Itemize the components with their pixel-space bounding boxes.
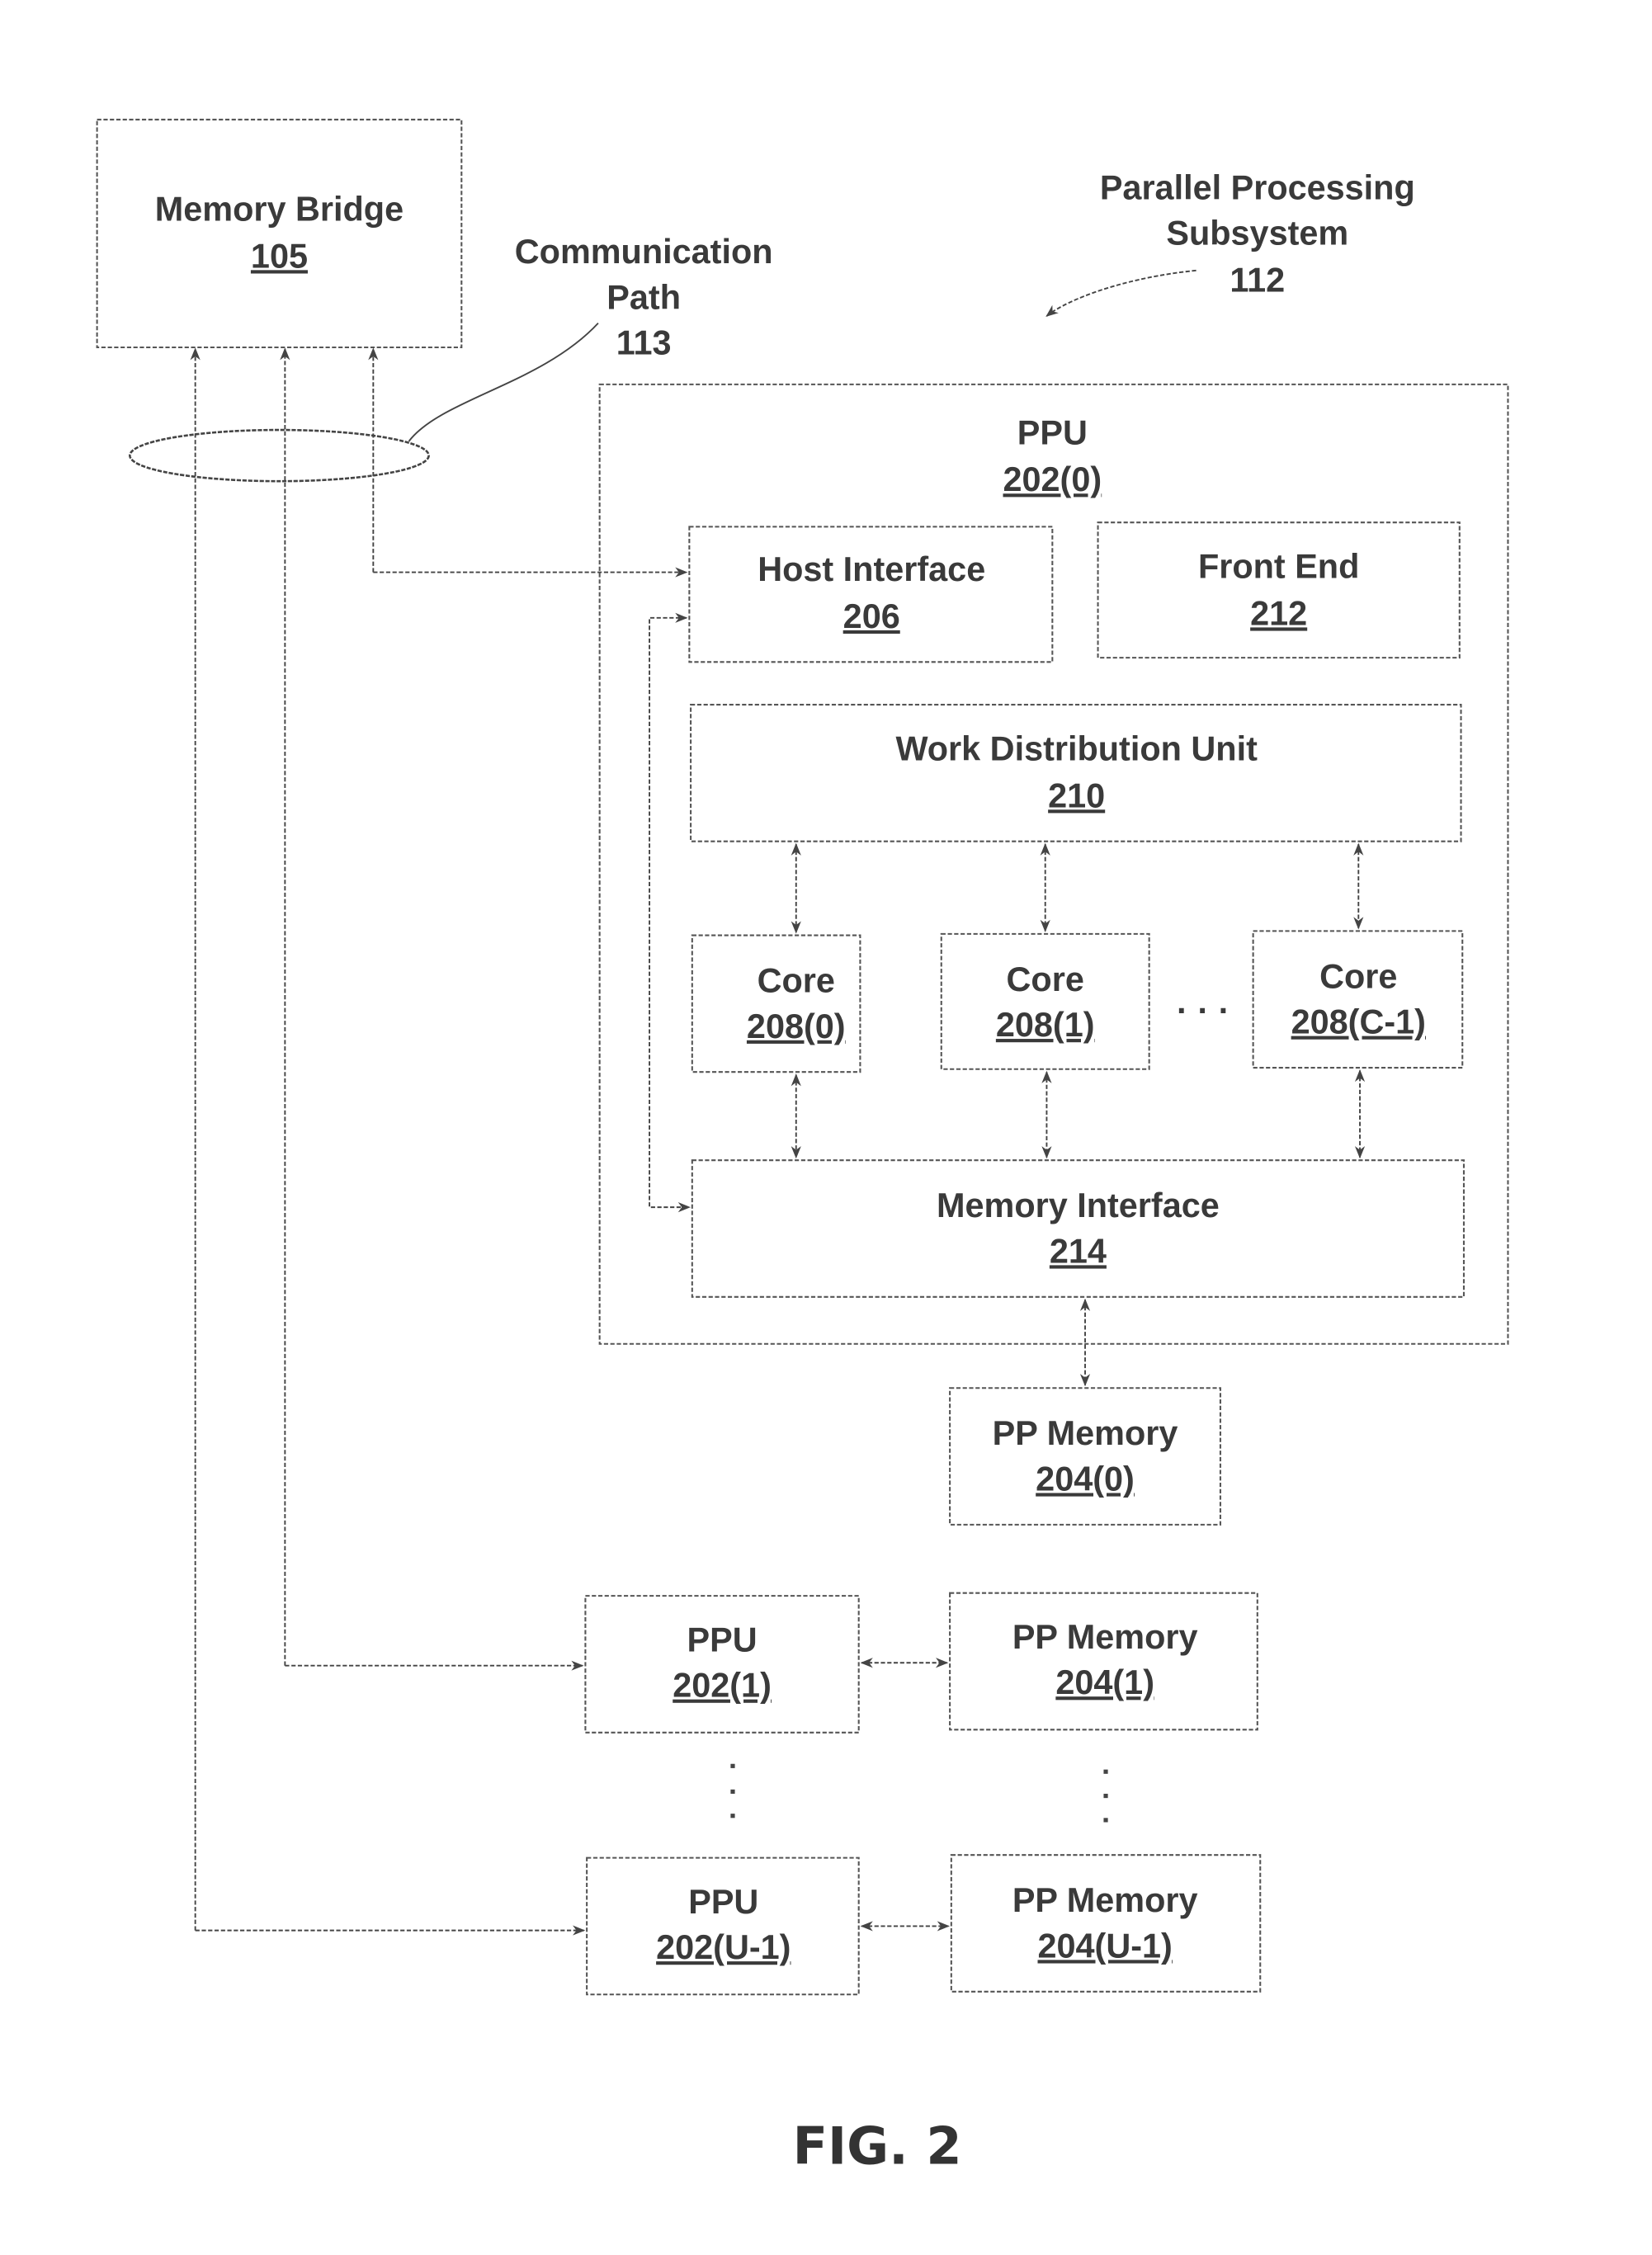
svg-text:208(1): 208(1) (996, 1006, 1095, 1044)
svg-text:PP Memory: PP Memory (1012, 1881, 1198, 1919)
pp-memory-0-block[interactable]: PP Memory 204(0) (949, 1387, 1221, 1526)
svg-text:PP Memory: PP Memory (993, 1414, 1178, 1452)
svg-text:208(0): 208(0) (747, 1007, 846, 1045)
svg-text:212: 212 (1250, 594, 1307, 632)
ppu-u-minus-1-block[interactable]: PPU 202(U-1) (586, 1856, 860, 1996)
svg-text:204(0): 204(0) (1036, 1460, 1135, 1498)
svg-text:PP Memory: PP Memory (1012, 1618, 1198, 1656)
figure-caption: FIG. 2 (793, 2116, 962, 2177)
svg-text:204(U-1): 204(U-1) (1038, 1927, 1173, 1965)
svg-text:Core: Core (1007, 960, 1084, 998)
svg-text:202(1): 202(1) (673, 1667, 772, 1705)
ppu-0-title: PPU (1017, 413, 1088, 451)
svg-text:112: 112 (1230, 262, 1285, 300)
svg-text:202(U-1): 202(U-1) (656, 1928, 791, 1966)
svg-text:Subsystem: Subsystem (1166, 215, 1348, 252)
ppu-vertical-ellipsis (730, 1763, 735, 1819)
pp-memory-1-block[interactable]: PP Memory 204(1) (949, 1592, 1258, 1731)
host-interface-block[interactable]: Host Interface 206 (688, 526, 1054, 663)
front-end-block[interactable]: Front End 212 (1097, 521, 1461, 659)
svg-text:204(1): 204(1) (1055, 1663, 1154, 1701)
memory-bridge-block[interactable]: Memory Bridge 105 (96, 118, 463, 349)
cores-ellipsis: · · · (1177, 992, 1230, 1030)
memory-interface-block[interactable]: Memory Interface 214 (691, 1159, 1466, 1298)
svg-text:Host Interface: Host Interface (758, 550, 985, 588)
work-distribution-unit-block[interactable]: Work Distribution Unit 210 (690, 704, 1462, 842)
svg-text:113: 113 (616, 324, 672, 362)
pp-memory-u-minus-1-block[interactable]: PP Memory 204(U-1) (950, 1854, 1262, 1993)
subsystem-label: Parallel Processing Subsystem 112 (1045, 169, 1415, 317)
memory-bridge-ref: 105 (251, 237, 308, 275)
subsystem-arrow (1045, 269, 1197, 317)
core-1-block[interactable]: Core 208(1) (940, 932, 1150, 1070)
core-c-minus-1-block[interactable]: Core 208(C-1) (1252, 930, 1464, 1069)
svg-text:214: 214 (1050, 1232, 1107, 1270)
svg-text:Path: Path (607, 278, 681, 316)
svg-text:PPU: PPU (688, 1883, 758, 1921)
svg-text:Core: Core (758, 962, 835, 1000)
svg-text:Communication: Communication (515, 233, 773, 271)
svg-text:208(C-1): 208(C-1) (1291, 1003, 1426, 1041)
svg-text:206: 206 (843, 597, 900, 635)
memory-bridge-title: Memory Bridge (155, 190, 404, 228)
svg-text:Memory Interface: Memory Interface (937, 1186, 1220, 1224)
svg-text:Core: Core (1319, 957, 1397, 995)
ppu-0-ref: 202(0) (1003, 460, 1102, 498)
svg-text:Parallel Processing: Parallel Processing (1100, 169, 1415, 207)
svg-text:210: 210 (1048, 776, 1105, 814)
memory-vertical-ellipsis (1103, 1769, 1108, 1823)
svg-text:Work Distribution Unit: Work Distribution Unit (895, 729, 1258, 767)
core-0-block[interactable]: Core 208(0) (691, 934, 861, 1073)
ppu-1-block[interactable]: PPU 202(1) (584, 1595, 860, 1734)
communication-path-ellipse (128, 428, 430, 483)
svg-text:PPU: PPU (687, 1620, 757, 1658)
block-diagram: Memory Bridge 105 Communication Path 113… (96, 118, 1509, 2177)
svg-text:Front End: Front End (1198, 548, 1359, 586)
